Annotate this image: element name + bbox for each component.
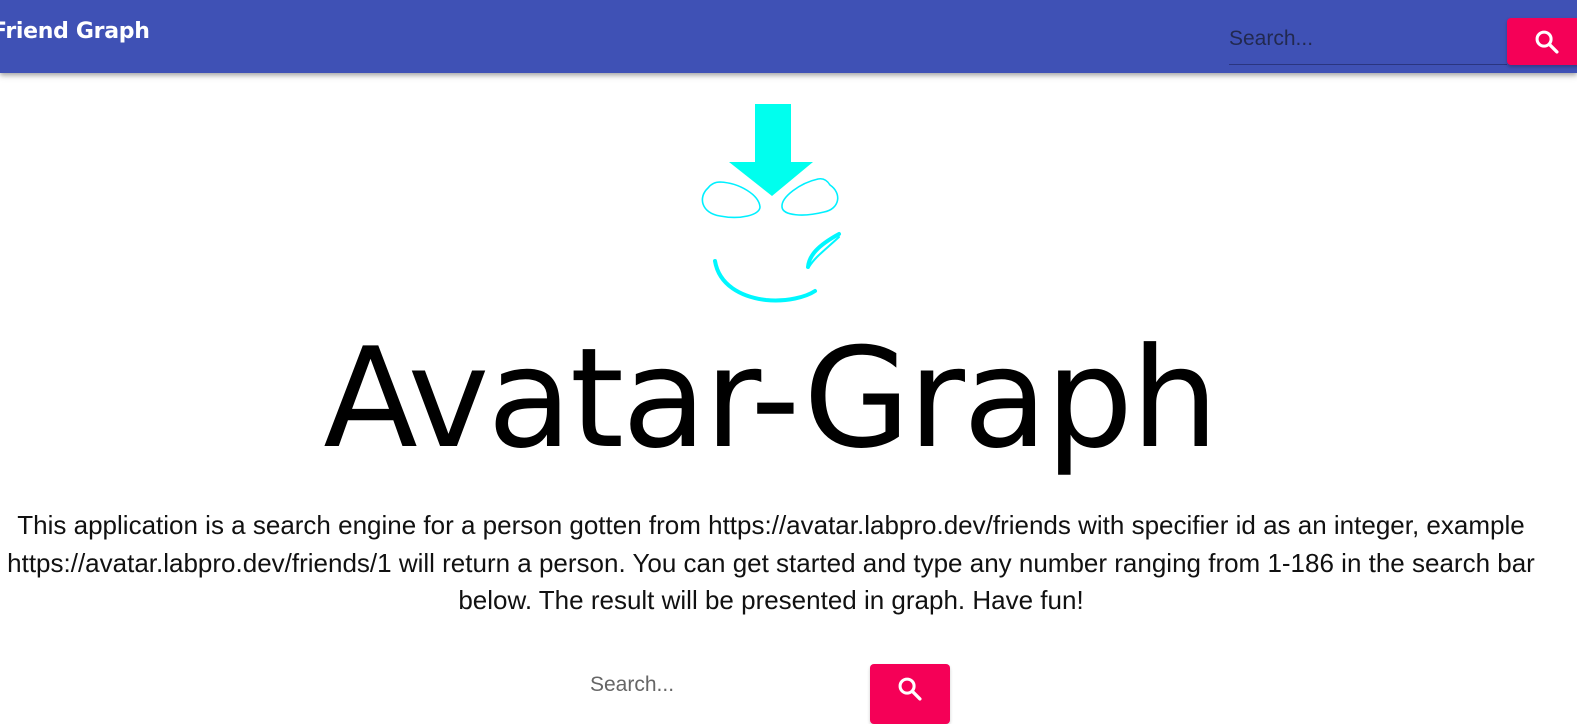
main-search-button[interactable] — [870, 664, 950, 724]
avatar-logo-icon — [696, 99, 846, 309]
header-search-button[interactable] — [1507, 18, 1577, 65]
header-search-field[interactable] — [1229, 18, 1507, 65]
main-search-field[interactable] — [590, 668, 860, 704]
main-search-input[interactable] — [590, 668, 850, 702]
app-description: This application is a search engine for … — [7, 510, 1535, 615]
page-title: Avatar-Graph — [323, 318, 1218, 479]
brand-title[interactable]: Friend Graph — [0, 19, 150, 44]
search-icon — [1533, 28, 1561, 59]
app-bar: Friend Graph — [0, 0, 1577, 73]
search-icon — [896, 675, 924, 706]
header-search-input[interactable] — [1229, 24, 1499, 54]
